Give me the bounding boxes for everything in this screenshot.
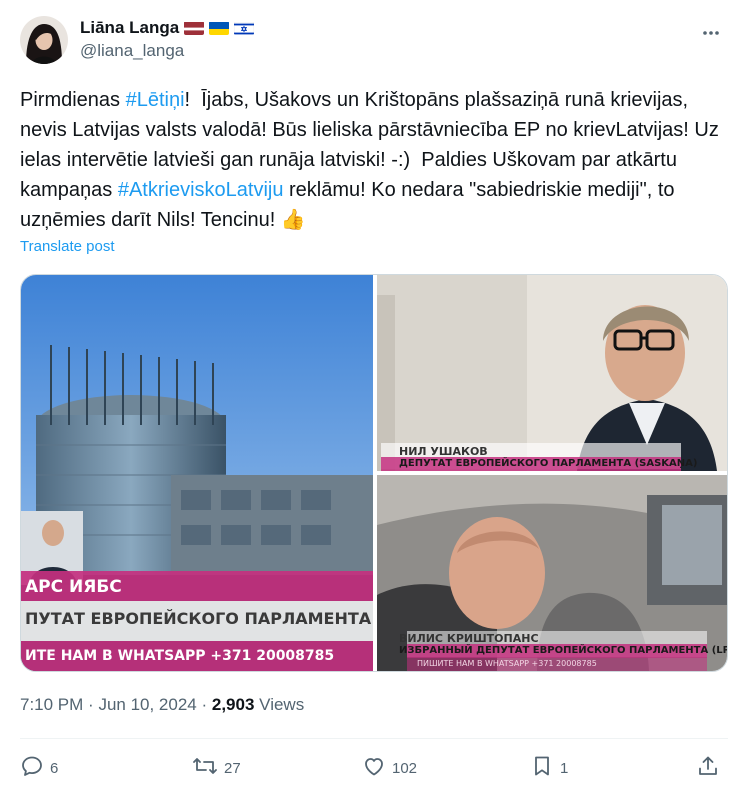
media-grid: АРС ИЯБС ПУТАТ ЕВРОПЕЙСКОГО ПАРЛАМЕНТА (… [20,274,728,672]
post-text-segment: Pirmdienas [20,89,126,111]
views-label: Views [259,695,305,714]
more-options-icon[interactable] [694,16,728,50]
media-image-parliament[interactable]: АРС ИЯБС ПУТАТ ЕВРОПЕЙСКОГО ПАРЛАМЕНТА (… [21,275,373,671]
views-count: 2,903 [211,695,255,714]
post-meta: 7:10 PM · Jun 10, 2024 · 2,903 Views [20,695,304,715]
media-image-ushakov[interactable]: НИЛ УШАКОВ ДЕПУТАТ ЕВРОПЕЙСКОГО ПАРЛАМЕН… [377,275,727,471]
caption-title: ИЗБРАННЫЙ ДЕПУТАТ ЕВРОПЕЙСКОГО ПАРЛАМЕНТ… [399,645,728,656]
post-header: Liāna Langa @liana_langa [20,12,732,68]
post-text: Pirmdienas #Lētiņi! Ījabs, Ušakovs un Kr… [20,85,732,235]
caption-title: ПУТАТ ЕВРОПЕЙСКОГО ПАРЛАМЕНТА (Л [25,609,373,628]
caption-name: ВИЛИС КРИШТОПАНС [399,632,539,645]
post-time[interactable]: 7:10 PM [20,695,83,714]
caption-name: АРС ИЯБС [25,577,122,597]
caption-ticker: ПИШИТЕ НАМ В WHATSAPP +371 20008785 [417,659,597,668]
bookmark-button[interactable]: 1 [530,752,568,784]
share-button[interactable] [696,752,720,784]
repost-button[interactable]: 27 [192,752,241,784]
ukraine-flag-icon [209,21,230,35]
author-display-name[interactable]: Liāna Langa [80,18,179,38]
latvia-flag-icon [184,21,205,35]
caption-title: ДЕПУТАТ ЕВРОПЕЙСКОГО ПАРЛАМЕНТА (SASKAŅA… [399,458,698,469]
reply-count: 6 [50,759,59,777]
israel-flag-icon [234,21,255,35]
bookmark-icon [530,754,554,782]
bookmark-count: 1 [560,759,569,777]
caption-ticker: ИТЕ НАМ В WHATSAPP +371 20008785 [25,648,335,664]
meta-separator: · [201,695,212,714]
repost-count: 27 [224,759,241,777]
like-count: 102 [392,759,418,777]
caption-name: НИЛ УШАКОВ [399,445,488,458]
post-date[interactable]: Jun 10, 2024 [98,695,196,714]
heart-icon [362,754,386,782]
like-button[interactable]: 102 [362,752,417,784]
reply-button[interactable]: 6 [20,752,58,784]
meta-separator: · [88,695,99,714]
author-handle[interactable]: @liana_langa [80,40,254,62]
share-icon [696,754,720,782]
hashtag-link[interactable]: #Lētiņi [126,89,185,111]
media-image-kristopans[interactable]: ВИЛИС КРИШТОПАНС ИЗБРАННЫЙ ДЕПУТАТ ЕВРОП… [377,475,728,671]
reply-icon [20,754,44,782]
repost-icon [192,754,218,782]
avatar[interactable] [20,16,68,64]
action-bar: 6 27 102 1 [20,752,728,784]
divider [20,738,728,739]
hashtag-link[interactable]: #AtkrieviskoLatviju [118,179,284,201]
translate-post-link[interactable]: Translate post [20,238,115,255]
